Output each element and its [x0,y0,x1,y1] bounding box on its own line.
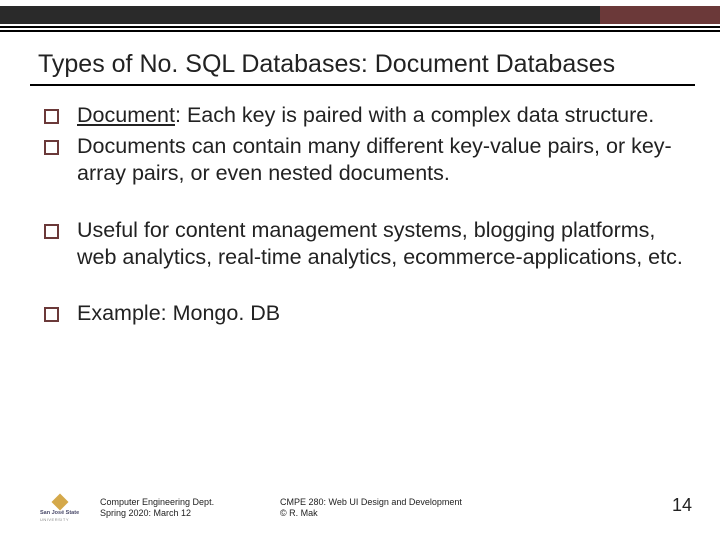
footer-department: Computer Engineering Dept. Spring 2020: … [100,497,214,520]
divider-line [0,30,720,32]
slide-body: Document: Each key is paired with a comp… [44,102,684,331]
list-item: Useful for content management systems, b… [44,217,684,271]
university-logo: San José State UNIVERSITY [40,496,82,520]
page-number: 14 [672,495,692,516]
bullet-text: Documents can contain many different key… [77,133,684,187]
logo-text: San José State [40,510,79,516]
bullet-icon [44,140,59,155]
list-item: Example: Mongo. DB [44,300,684,327]
bullet-text: Document: Each key is paired with a comp… [77,102,684,129]
divider-line [0,26,720,28]
bullet-text: Example: Mongo. DB [77,300,684,327]
title-underline [30,84,695,86]
bullet-icon [44,224,59,239]
bullet-icon [44,307,59,322]
bullet-icon [44,109,59,124]
logo-icon [52,494,69,511]
bullet-text: Useful for content management systems, b… [77,217,684,271]
slide-title: Types of No. SQL Databases: Document Dat… [38,50,615,79]
footer-course: CMPE 280: Web UI Design and Development … [280,497,462,520]
list-item: Documents can contain many different key… [44,133,684,187]
logo-subtext: UNIVERSITY [40,517,69,522]
list-item: Document: Each key is paired with a comp… [44,102,684,129]
top-bar-accent [600,6,720,24]
